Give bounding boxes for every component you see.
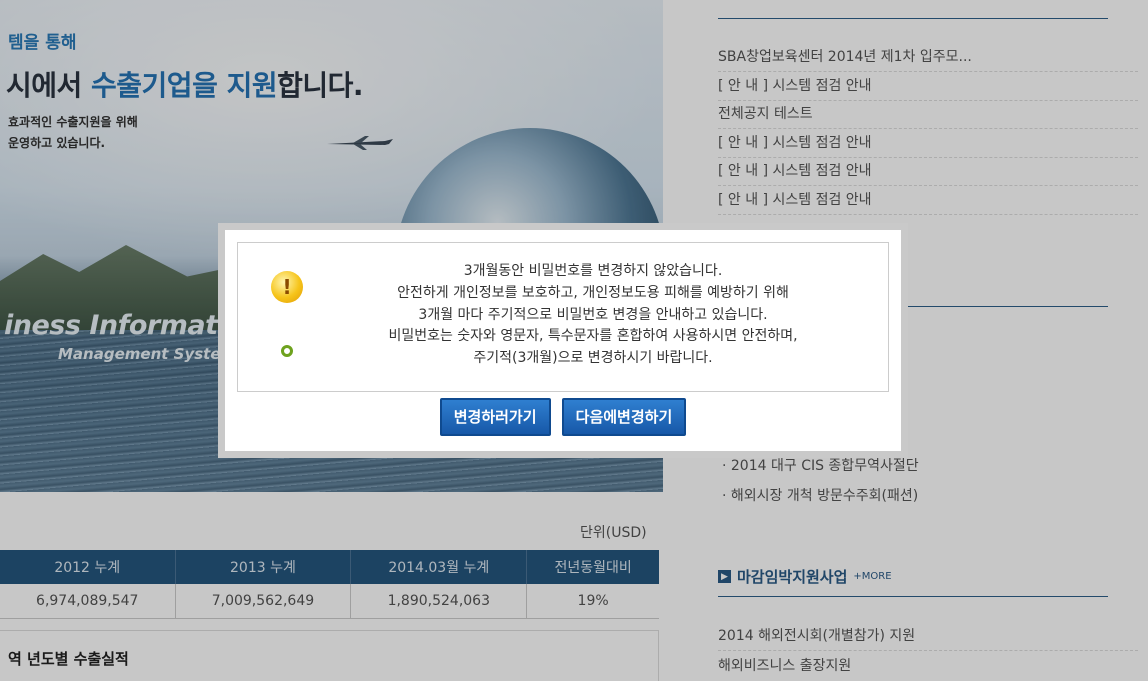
change-later-button[interactable]: 다음에변경하기 <box>561 398 687 436</box>
message-line: 안전하게 개인정보를 보호하고, 개인정보도용 피해를 예방하기 위해 <box>397 284 789 301</box>
message-line: 주기적(3개월)으로 변경하시기 바랍니다. <box>473 350 713 367</box>
message-line: 3개월동안 비밀번호를 변경하지 않았습니다. <box>463 263 723 279</box>
message-box: ! 3개월동안 비밀번호를 변경하지 않았습니다. 안전하게 개인정보를 보호하… <box>237 242 889 392</box>
message-line: 비밀번호는 숫자와 영문자, 특수문자를 혼합하여 사용하시면 안전하며, <box>388 328 798 345</box>
dialog-message: 3개월동안 비밀번호를 변경하지 않았습니다. 안전하게 개인정보를 보호하고,… <box>298 261 888 370</box>
dialog-buttons: 변경하러가기 다음에변경하기 <box>225 398 901 436</box>
bullet-circle-icon <box>281 345 293 357</box>
message-line: 3개월 마다 주기적으로 비밀번호 변경을 안내하고 있습니다. <box>418 306 768 323</box>
change-password-button[interactable]: 변경하러가기 <box>439 398 551 436</box>
password-change-dialog: ! 3개월동안 비밀번호를 변경하지 않았습니다. 안전하게 개인정보를 보호하… <box>218 223 908 458</box>
